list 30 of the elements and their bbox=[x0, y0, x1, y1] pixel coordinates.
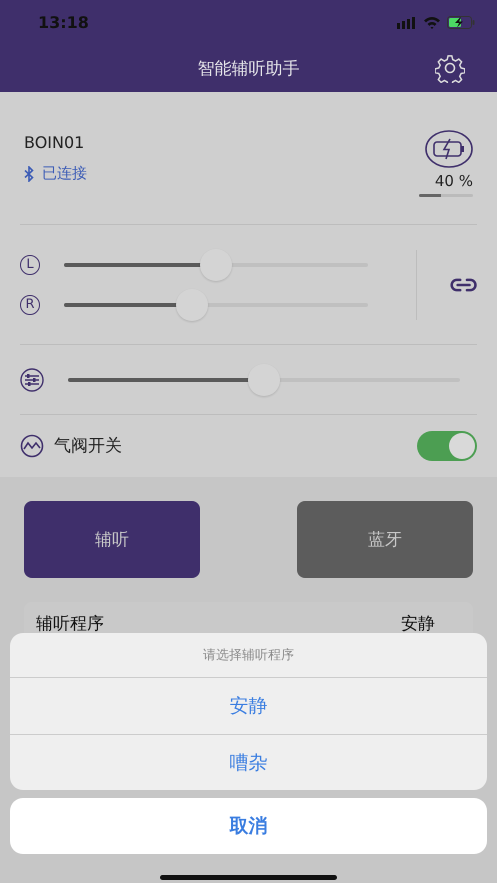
link-icon[interactable] bbox=[450, 276, 477, 292]
app-title: 智能辅听助手 bbox=[198, 58, 300, 80]
slider-thumb[interactable] bbox=[200, 248, 232, 280]
valve-label: 气阀开关 bbox=[54, 435, 123, 457]
sheet-title: 请选择辅听程序 bbox=[10, 633, 487, 678]
battery-level-bar bbox=[419, 194, 473, 196]
ear-side-label: R bbox=[20, 294, 40, 314]
equalizer-icon bbox=[20, 368, 44, 392]
mode-button[interactable]: 蓝牙 bbox=[297, 501, 473, 578]
slider-thumb[interactable] bbox=[176, 288, 208, 320]
valve-toggle[interactable] bbox=[417, 430, 477, 460]
slider-thumb[interactable] bbox=[248, 364, 280, 396]
wave-icon bbox=[20, 434, 44, 458]
ear-side-label: L bbox=[20, 254, 40, 274]
cancel-button[interactable]: 取消 bbox=[10, 798, 487, 854]
battery-percentage: 40 % bbox=[434, 172, 473, 190]
mode-button[interactable]: 辅听 bbox=[24, 501, 200, 578]
battery-icon bbox=[447, 16, 475, 29]
battery-charging-icon bbox=[425, 130, 473, 168]
signal-icon bbox=[397, 16, 417, 28]
sheet-option[interactable]: 嘈杂 bbox=[10, 734, 487, 790]
wifi-icon bbox=[423, 16, 441, 29]
bluetooth-icon bbox=[24, 166, 34, 182]
device-name: BOIN01 bbox=[24, 133, 86, 152]
program-value: 安静 bbox=[401, 613, 435, 635]
settings-icon[interactable] bbox=[435, 53, 465, 83]
connection-status: 已连接 bbox=[42, 164, 87, 183]
sheet-option[interactable]: 安静 bbox=[10, 678, 487, 734]
status-time: 13:18 bbox=[38, 13, 89, 32]
program-label: 辅听程序 bbox=[36, 613, 104, 635]
